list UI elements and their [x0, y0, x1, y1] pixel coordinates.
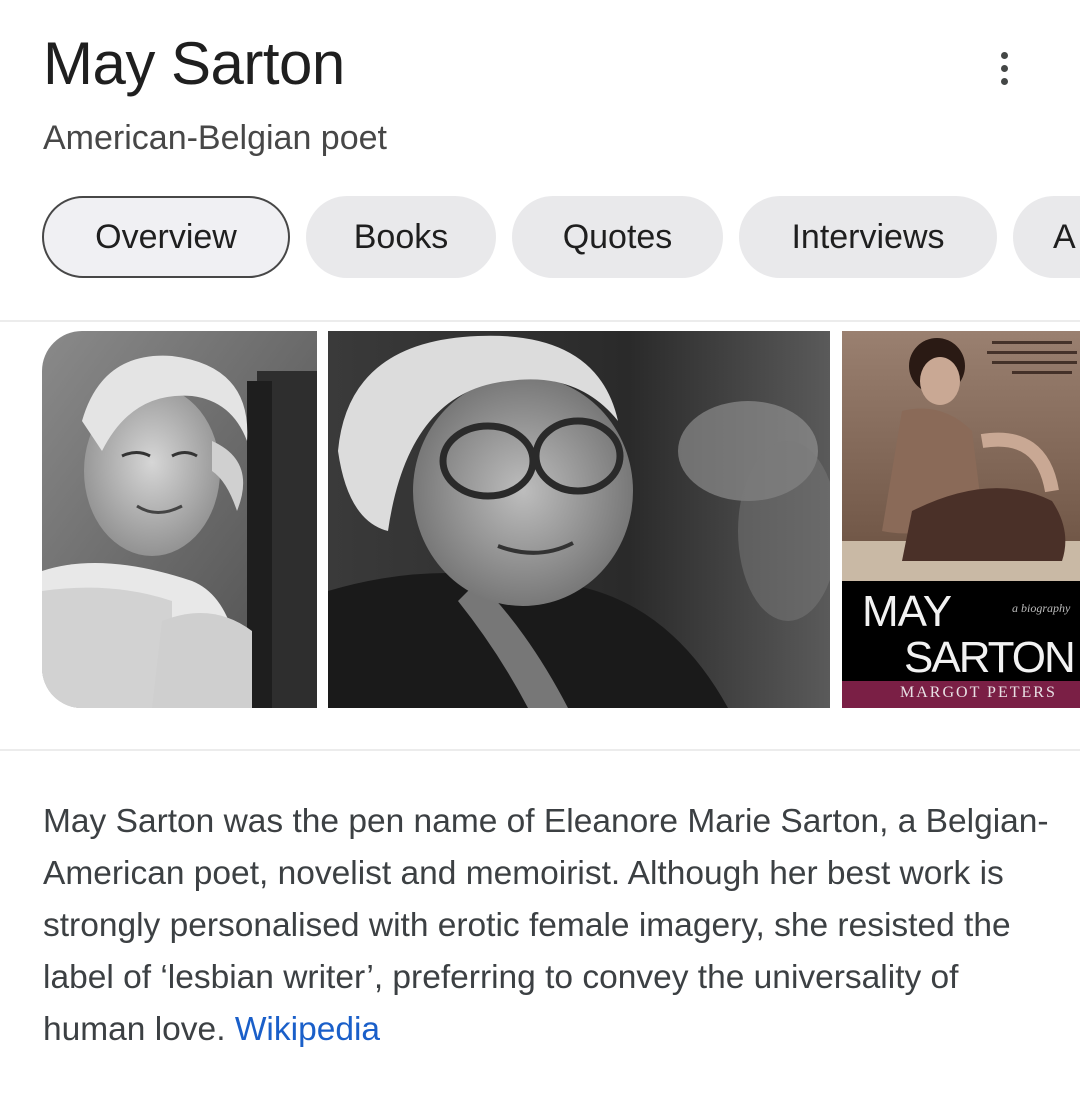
book-title-line1: MAY	[862, 587, 952, 636]
description-text: May Sarton was the pen name of Eleanore …	[43, 803, 1049, 1048]
portrait-photo-2[interactable]	[328, 331, 830, 708]
entity-title: May Sarton	[43, 30, 345, 97]
tab-quotes[interactable]: Quotes	[512, 196, 723, 278]
more-vert-icon	[1000, 51, 1008, 85]
tab-bar: Overview Books Quotes Interviews A	[42, 196, 1080, 280]
wikipedia-link[interactable]: Wikipedia	[235, 1011, 380, 1048]
divider	[0, 320, 1080, 322]
image-carousel[interactable]: MAY SARTON a biography MARGOT PETERS	[42, 331, 1080, 708]
tab-interviews[interactable]: Interviews	[739, 196, 997, 278]
tab-books[interactable]: Books	[306, 196, 496, 278]
book-author: MARGOT PETERS	[900, 684, 1057, 701]
tab-overview[interactable]: Overview	[42, 196, 290, 278]
entity-description: May Sarton was the pen name of Eleanore …	[43, 796, 1053, 1056]
book-title-line2: SARTON	[904, 633, 1076, 682]
entity-subtitle: American-Belgian poet	[43, 119, 387, 157]
portrait-photo-1[interactable]	[42, 331, 317, 708]
divider	[0, 749, 1080, 751]
tab-truncated[interactable]: A	[1013, 196, 1080, 278]
more-options-button[interactable]	[980, 44, 1028, 92]
book-cover-image[interactable]: MAY SARTON a biography MARGOT PETERS	[842, 331, 1080, 708]
book-subtitle: a biography	[1012, 601, 1071, 615]
